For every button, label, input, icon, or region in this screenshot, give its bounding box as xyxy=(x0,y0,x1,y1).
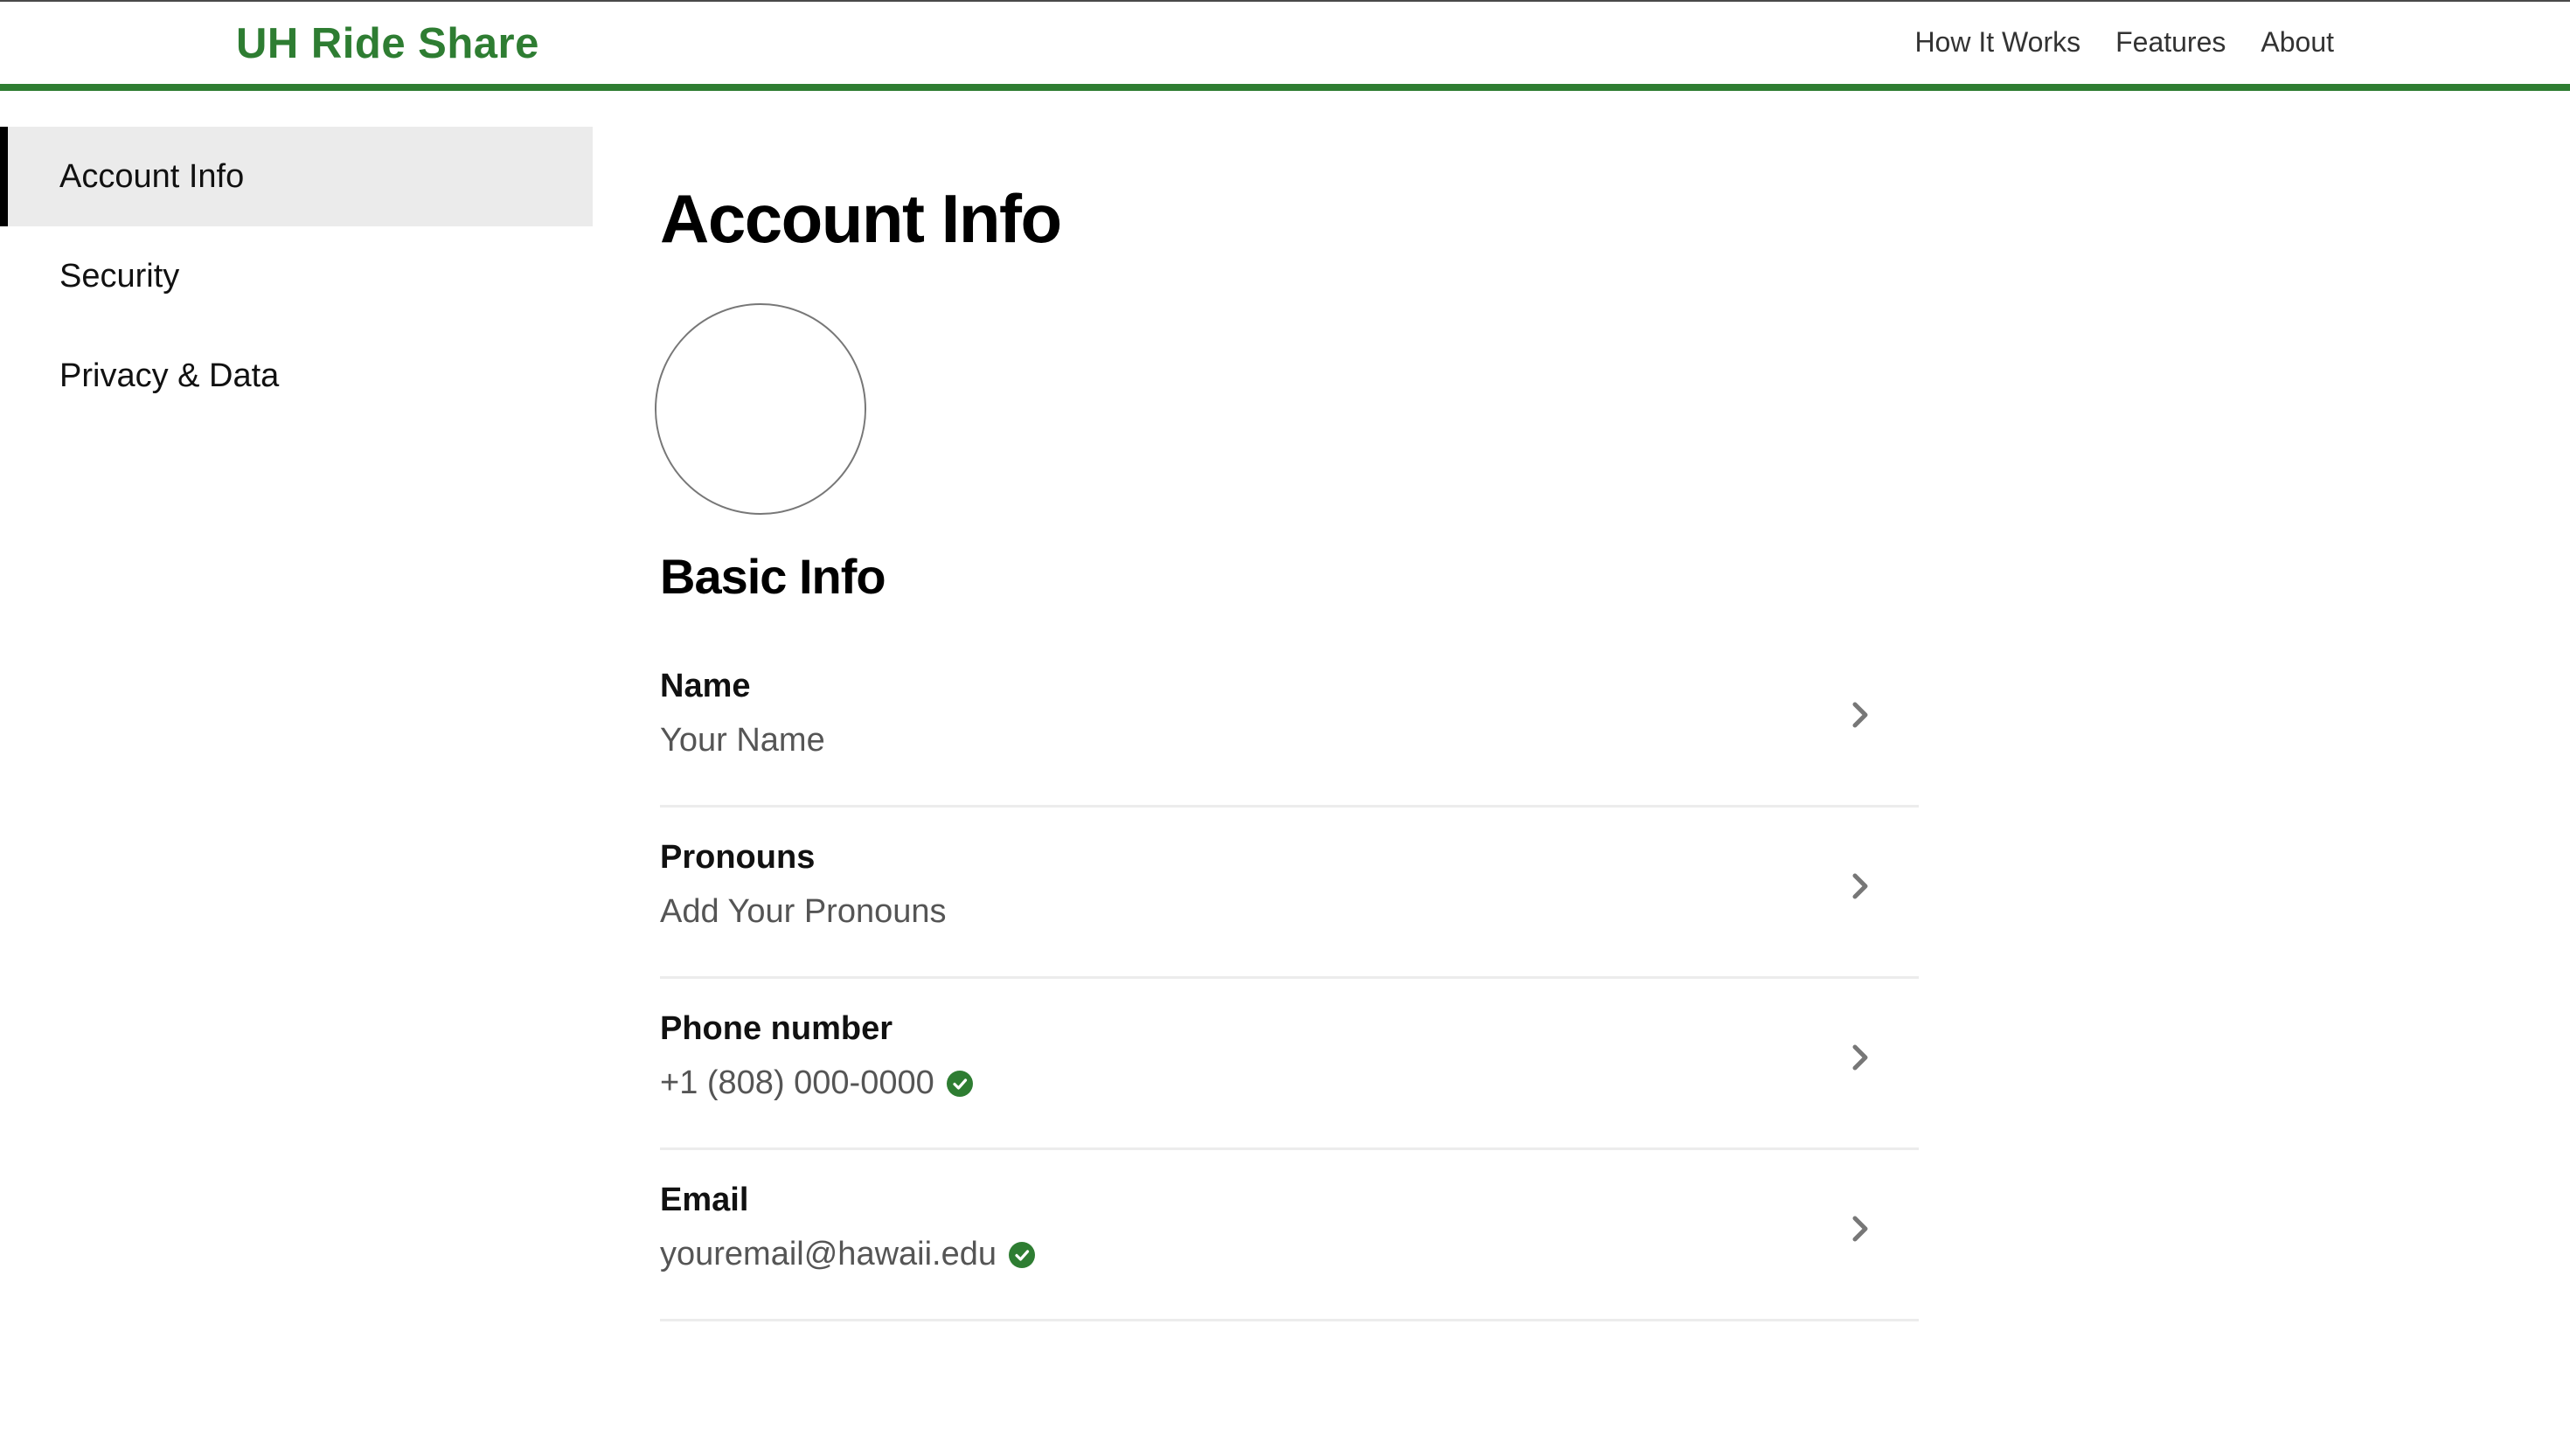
row-label: Phone number xyxy=(660,1010,893,1047)
chevron-right-icon xyxy=(1852,873,1868,899)
sidebar-item-label: Privacy & Data xyxy=(59,357,280,394)
main-content: Account Info Basic Info xyxy=(655,170,1919,604)
row-value: +1 (808) 000-0000 xyxy=(660,1064,973,1102)
sidebar-item-privacy-data[interactable]: Privacy & Data xyxy=(0,326,593,426)
chevron-right-icon xyxy=(1852,1216,1868,1242)
chevron-right-icon xyxy=(1852,702,1868,728)
info-row-phone[interactable]: Phone number +1 (808) 000-0000 xyxy=(660,979,1919,1150)
row-value: Your Name xyxy=(660,722,825,759)
nav-link-about[interactable]: About xyxy=(2261,26,2334,59)
sidebar-item-security[interactable]: Security xyxy=(0,226,593,326)
row-value-text: Your Name xyxy=(660,722,825,759)
sidebar-item-label: Security xyxy=(59,257,180,295)
nav-link-how-it-works[interactable]: How It Works xyxy=(1914,26,2080,59)
verified-check-icon xyxy=(946,1070,973,1097)
header-accent-divider xyxy=(0,84,2570,91)
page-title: Account Info xyxy=(660,180,1062,257)
row-label: Pronouns xyxy=(660,839,816,876)
top-nav-links: How It Works Features About xyxy=(1914,26,2334,59)
row-value: Add Your Pronouns xyxy=(660,893,947,931)
sidebar: Account Info Security Privacy & Data xyxy=(0,127,593,426)
verified-check-icon xyxy=(1009,1241,1035,1268)
avatar[interactable] xyxy=(655,303,866,515)
nav-link-features[interactable]: Features xyxy=(2115,26,2226,59)
row-value-text: +1 (808) 000-0000 xyxy=(660,1064,934,1101)
row-label: Email xyxy=(660,1182,749,1218)
brand-logo[interactable]: UH Ride Share xyxy=(236,19,539,68)
section-title-basic-info: Basic Info xyxy=(660,549,886,604)
info-row-name[interactable]: Name Your Name xyxy=(660,636,1919,808)
row-label: Name xyxy=(660,668,751,704)
sidebar-item-account-info[interactable]: Account Info xyxy=(0,127,593,226)
info-row-email[interactable]: Email youremail@hawaii.edu xyxy=(660,1150,1919,1321)
row-value: youremail@hawaii.edu xyxy=(660,1236,1035,1273)
chevron-right-icon xyxy=(1852,1044,1868,1071)
sidebar-item-label: Account Info xyxy=(59,157,245,195)
top-navbar: UH Ride Share How It Works Features Abou… xyxy=(0,0,2570,90)
info-row-pronouns[interactable]: Pronouns Add Your Pronouns xyxy=(660,808,1919,979)
row-value-text: youremail@hawaii.edu xyxy=(660,1236,997,1272)
row-value-text: Add Your Pronouns xyxy=(660,893,947,930)
